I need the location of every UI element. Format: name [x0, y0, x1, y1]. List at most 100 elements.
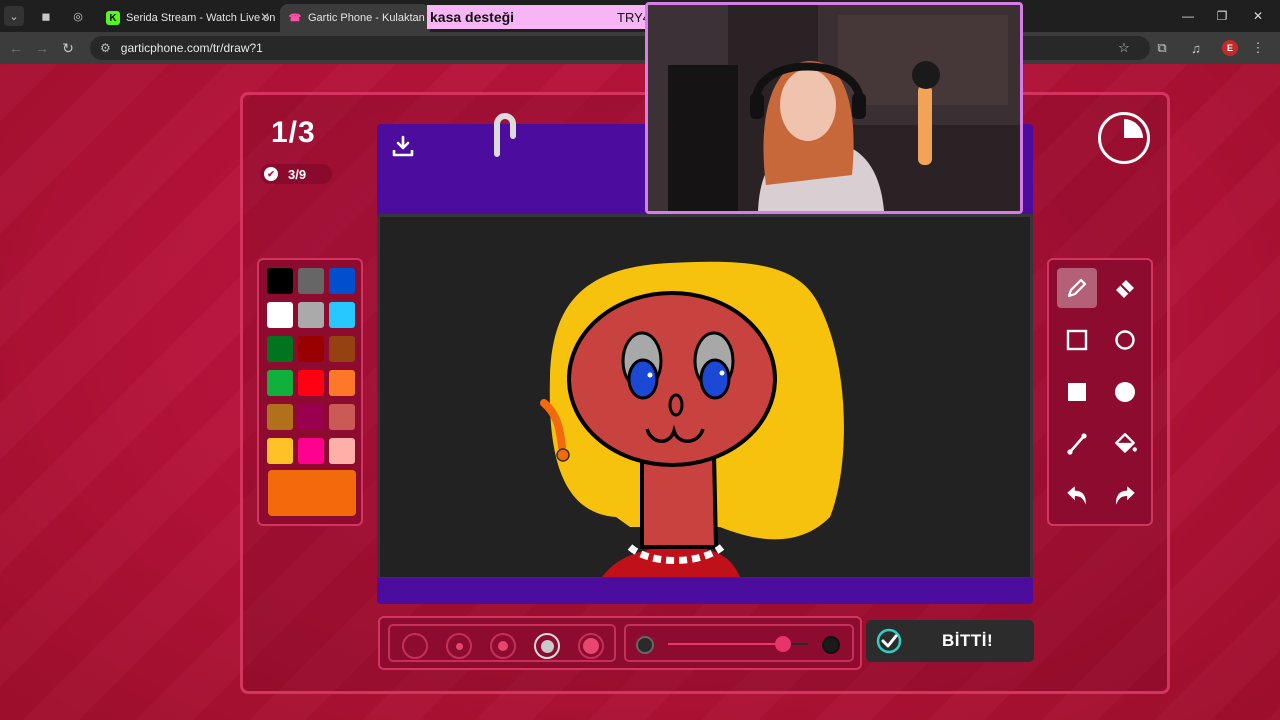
- donation-overlay: kasa desteği TRY4: [427, 5, 655, 29]
- restore-icon[interactable]: ❐: [1210, 6, 1234, 26]
- brush-size-group: [388, 624, 616, 662]
- brush-size-option[interactable]: [578, 633, 604, 659]
- opacity-fill: [668, 643, 783, 645]
- tab-label: Serida Stream - Watch Live on Kick: [126, 12, 278, 24]
- tab-search-chevron-icon[interactable]: ⌄: [4, 6, 24, 26]
- timer-icon: [1098, 112, 1150, 164]
- eraser-icon: [1116, 280, 1134, 298]
- brush-size-option[interactable]: [446, 633, 472, 659]
- minimize-icon[interactable]: —: [1176, 6, 1200, 26]
- color-palette: [257, 258, 363, 526]
- brush-size-dot: [583, 638, 599, 654]
- undo-tool[interactable]: [1057, 476, 1097, 516]
- profile-avatar[interactable]: E: [1222, 40, 1238, 56]
- stroke-settings-bar: [378, 616, 862, 670]
- done-button[interactable]: BİTTİ!: [866, 620, 1034, 662]
- undo-icon: [1067, 486, 1086, 505]
- brush-size-dot: [455, 642, 463, 650]
- eraser-tool[interactable]: [1105, 268, 1145, 308]
- pencil-tool[interactable]: [1057, 268, 1097, 308]
- drawing-artwork: [540, 261, 844, 577]
- canvas-footer: [377, 578, 1033, 604]
- tab-gartic-phone[interactable]: ☎ Gartic Phone - Kulaktan Kulağa: [280, 4, 430, 32]
- forward-icon[interactable]: →: [32, 38, 52, 58]
- color-swatch[interactable]: [267, 268, 293, 294]
- reload-icon[interactable]: ↻: [58, 38, 78, 58]
- redo-tool[interactable]: [1105, 476, 1145, 516]
- site-settings-icon[interactable]: ⚙: [100, 41, 111, 55]
- ellipse-outline-tool[interactable]: [1105, 320, 1145, 360]
- paper-clip-icon: [494, 113, 516, 157]
- check-icon: ✔: [264, 167, 278, 181]
- color-swatch[interactable]: [329, 370, 355, 396]
- close-icon[interactable]: ✕: [260, 10, 270, 24]
- webcam-image: [648, 5, 1020, 211]
- color-swatch[interactable]: [329, 336, 355, 362]
- color-swatch[interactable]: [298, 302, 324, 328]
- tab-kick-stream[interactable]: K Serida Stream - Watch Live on Kick ✕: [98, 4, 278, 32]
- bookmark-star-icon[interactable]: ☆: [1114, 38, 1134, 58]
- fill-bucket-icon: [1115, 433, 1137, 453]
- drawing-canvas[interactable]: [377, 214, 1033, 580]
- url-text: garticphone.com/tr/draw?1: [120, 41, 263, 55]
- color-swatch[interactable]: [329, 268, 355, 294]
- tab-label: Gartic Phone - Kulaktan Kulağa: [308, 12, 430, 24]
- timer-elapsed-wedge: [1124, 119, 1143, 138]
- opacity-slider[interactable]: [668, 636, 808, 652]
- players-done-count: 3/9: [288, 166, 307, 182]
- rectangle-filled-tool[interactable]: [1057, 372, 1097, 412]
- color-swatch[interactable]: [267, 404, 293, 430]
- color-swatch[interactable]: [329, 302, 355, 328]
- color-swatch[interactable]: [298, 404, 324, 430]
- color-swatch[interactable]: [298, 370, 324, 396]
- color-swatch[interactable]: [298, 336, 324, 362]
- round-counter: 1/3: [271, 116, 316, 149]
- color-swatch[interactable]: [329, 438, 355, 464]
- close-window-icon[interactable]: ✕: [1246, 6, 1270, 26]
- redo-icon: [1116, 486, 1135, 505]
- square-outline-icon: [1066, 329, 1088, 351]
- brush-size-dot: [540, 639, 554, 653]
- color-swatch[interactable]: [267, 302, 293, 328]
- color-swatch[interactable]: [298, 268, 324, 294]
- done-label: BİTTİ!: [942, 631, 994, 650]
- brush-size-option[interactable]: [402, 633, 428, 659]
- line-icon: [1067, 433, 1087, 455]
- brush-size-option[interactable]: [490, 633, 516, 659]
- opacity-min-icon: [636, 636, 654, 654]
- color-swatch[interactable]: [267, 370, 293, 396]
- line-tool[interactable]: [1057, 424, 1097, 464]
- rectangle-outline-tool[interactable]: [1057, 320, 1097, 360]
- circle-filled-icon: [1115, 382, 1135, 402]
- fill-bucket-tool[interactable]: [1105, 424, 1145, 464]
- ellipse-filled-tool[interactable]: [1105, 372, 1145, 412]
- streamer-webcam-overlay: [645, 2, 1023, 214]
- color-swatch[interactable]: [267, 438, 293, 464]
- tool-panel: [1047, 258, 1153, 526]
- opacity-max-icon: [822, 636, 840, 654]
- pencil-icon: [1067, 278, 1087, 298]
- color-swatch[interactable]: [329, 404, 355, 430]
- tab-favicon-placeholder-icon[interactable]: ◼: [36, 6, 56, 26]
- download-icon[interactable]: [391, 134, 415, 158]
- opacity-group: [624, 624, 854, 662]
- extensions-icon[interactable]: ⧉: [1152, 38, 1172, 58]
- square-filled-icon: [1068, 383, 1086, 401]
- donation-text: kasa desteği: [430, 9, 515, 25]
- menu-kebab-icon[interactable]: ⋮: [1248, 38, 1268, 58]
- circle-outline-icon: [1115, 330, 1135, 350]
- players-done-badge: ✔ 3/9: [260, 164, 332, 184]
- current-color-swatch: [268, 470, 356, 516]
- media-controls-icon[interactable]: ♫: [1186, 38, 1206, 58]
- browser-toolbar: ← → ↻ ⚙ garticphone.com/tr/draw?1 ☆ ⧉ ♫ …: [0, 32, 1280, 64]
- brush-size-option[interactable]: [534, 633, 560, 659]
- gartic-icon: ☎: [288, 12, 302, 24]
- opacity-slider-knob[interactable]: [774, 636, 791, 652]
- globe-icon[interactable]: ◎: [68, 6, 88, 26]
- color-swatch[interactable]: [267, 336, 293, 362]
- color-swatch[interactable]: [298, 438, 324, 464]
- kick-icon: K: [106, 11, 120, 25]
- done-check-icon: [876, 628, 902, 654]
- brush-size-dot: [498, 641, 508, 651]
- back-icon[interactable]: ←: [6, 38, 26, 58]
